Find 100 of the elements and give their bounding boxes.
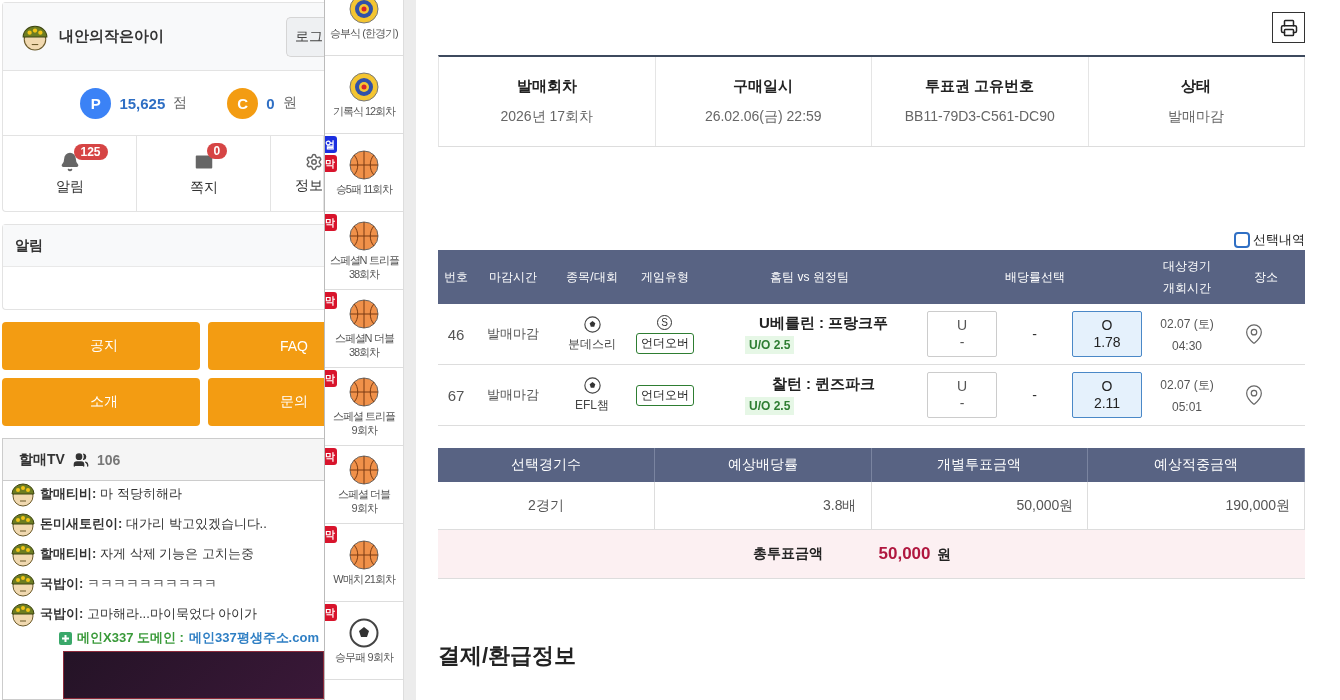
game-label: 승부식 (한경기) [330,25,398,40]
match-teams: U베를린 : 프랑크푸 [758,314,889,333]
game-menu-item[interactable]: 막 스페셜 더블 9회차 [325,446,403,524]
game-menu-item[interactable]: 막 승무패 9회차 [325,602,403,680]
game-label: W매치 21회차 [333,571,395,586]
print-button[interactable] [1272,12,1305,43]
info-title: 구매일시 [733,77,794,96]
odds-button[interactable]: O 1.78 [1072,311,1142,357]
status-badge: 막 [325,604,337,621]
shortcut-label[interactable]: 알림 [55,177,84,196]
game-menu-item[interactable]: 기록식 12회차 [325,56,403,134]
handicap-tag: U/O 2.5 [745,397,795,415]
column-header: 홈팀 vs 원정팀 [770,269,849,286]
odds-button[interactable]: O 2.11 [1072,372,1142,418]
column-header: 게임유형 [640,269,689,286]
status-badge: 막 [325,526,337,543]
game-label: 스페셜N 트리플 38회차 [328,252,400,281]
chat-message: 할매티비: 자게 삭제 기능은 고치는중 [40,545,254,563]
info-value: 2026년 17회차 [500,108,594,126]
total-label: 총투표금액 [752,545,823,563]
column-header: 장소 [1254,269,1278,286]
soccer-ball-icon [583,315,601,333]
basketball-icon [349,454,379,485]
status-badge: 막 [325,155,337,172]
table-cell: 190,000원 [1088,482,1305,529]
column-header: 배당률선택 [1004,269,1065,286]
soccer-ball-icon [349,617,379,648]
unit-label: 점 [173,94,188,112]
table-cell: 3.8배 [654,482,872,529]
game-label: 기록식 12회차 [332,103,396,118]
column-header: 마감시간 [489,269,537,286]
promo-link[interactable]: 메인337평생주소.com [188,629,319,647]
odds-button[interactable]: U - [927,311,997,357]
game-menu-item[interactable]: 승부식 (한경기) [325,0,403,56]
balance-value: 15,625 [119,94,166,112]
game-menu-item[interactable]: 막 스페셜N 더블 38회차 [325,290,403,368]
odds-button[interactable]: U - [927,372,997,418]
login-button[interactable]: 로그 [286,16,324,57]
game-label: 승5패 11회차 [335,181,393,196]
match-date: 02.07 (토) [1160,315,1214,333]
viewer-count: 106 [96,451,121,468]
game-type-tag: 언더오버 [635,384,694,406]
status-badge: 얼 [325,136,337,153]
basketball-icon [349,298,379,329]
count-badge: 0 [206,142,228,159]
checkbox-label: 선택내역 [1253,231,1305,249]
bell-icon [59,151,80,172]
table-cell-text: 46 [446,325,466,343]
point-badge: P [80,87,112,119]
column-header: 예상배당률 [654,448,872,482]
game-label: 스페셜N 더블 38회차 [333,330,395,359]
table-cell-text: 발매마감 [486,386,540,404]
info-title: 상태 [1181,77,1212,96]
unit-label: 원 [282,94,297,112]
column-header: 번호 [444,269,468,286]
balance-value: 0 [266,94,275,112]
league-name: EFL챔 [575,396,609,414]
shortcut-label[interactable]: 정보 [295,176,323,195]
total-amount: 50,000 [878,544,931,564]
info-title: 투표권 고유번호 [925,77,1035,96]
basketball-icon [349,220,379,251]
table-cell: 50,000원 [871,482,1089,529]
table-cell-text: 67 [446,386,466,404]
game-menu-item[interactable]: 막 스페셜N 트리플 38회차 [325,212,403,290]
draw-odds: - [1031,387,1038,403]
avatar-icon [10,511,36,537]
basketball-icon [349,376,379,407]
info-title: 발매회차 [516,77,577,96]
settings-icon [305,152,323,171]
column-header: 선택경기수 [438,448,655,482]
chat-message: 돈미새토린이: 대가리 박고있겠습니다.. [40,515,267,533]
status-badge: 막 [325,292,337,309]
cash-badge: C [227,87,259,119]
avatar-icon [10,481,36,507]
checkbox[interactable] [1234,232,1250,248]
column-header: 개별투표금액 [871,448,1089,482]
unit-label: 원 [936,546,951,564]
match-time: 05:01 [1172,399,1202,414]
column-header: 종목/대회 [566,269,618,286]
game-menu-item[interactable]: 막 스페셜 트리플 9회차 [325,368,403,446]
table-cell-text: 발매마감 [486,325,540,343]
chat-message: 국밥이: ㅋㅋㅋㅋㅋㅋㅋㅋㅋㅋ [40,575,217,593]
promo-label: 메인X337 도메인 : [77,629,184,647]
table-cell: 2경기 [438,482,655,529]
count-badge: 125 [73,143,108,160]
game-menu-item[interactable]: 막 W매치 21회차 [325,524,403,602]
chat-message: 할매티비: 마 적당히해라 [40,485,182,503]
match-date: 02.07 (토) [1160,376,1214,394]
avatar-icon [10,571,36,597]
avatar-icon [10,541,36,567]
handicap-tag: U/O 2.5 [745,336,795,354]
info-value: 26.02.06(금) 22:59 [704,108,822,126]
soccer-ball-icon [583,376,601,394]
game-menu-item[interactable]: 얼 막 승5패 11회차 [325,134,403,212]
status-badge: 막 [325,214,337,231]
info-value: 발매마감 [1168,108,1225,126]
username: 내안의작은아이 [59,27,165,46]
shortcut-label[interactable]: 쪽지 [189,178,218,197]
match-teams: 찰턴 : 퀸즈파크 [771,375,876,394]
status-badge: 막 [325,448,337,465]
